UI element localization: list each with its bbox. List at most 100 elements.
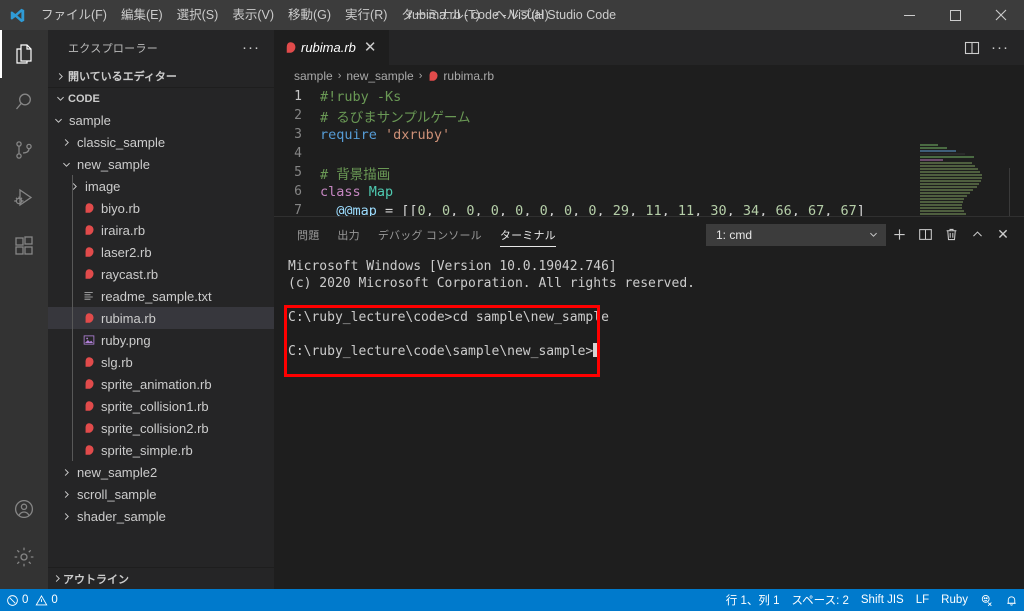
panel-tab-output[interactable]: 出力 [328,217,368,252]
tree-file-rubima-rb[interactable]: rubima.rb [48,307,274,329]
minimap-line [920,153,965,155]
chevron-right-icon [52,71,68,82]
menu-view[interactable]: 表示(V) [225,0,281,30]
tree-file-sprite-collision2-rb[interactable]: sprite_collision2.rb [48,417,274,439]
activity-settings-gear-icon[interactable] [0,533,48,581]
minimap-line [920,162,972,164]
minimap-line [920,180,981,182]
status-eol[interactable]: LF [910,589,935,611]
split-terminal-icon[interactable] [912,217,938,252]
explorer-sidebar: エクスプローラー ··· 開いているエディター CODE sample class… [48,30,274,589]
outline-section[interactable]: アウトライン [48,567,274,589]
code-token: #!ruby -Ks [320,88,402,105]
tree-item-label: iraira.rb [101,222,146,238]
tree-file-raycast-rb[interactable]: raycast.rb [48,263,274,285]
code-text: #!ruby -Ks [320,89,401,105]
line-number: 2 [294,108,302,123]
new-terminal-icon[interactable] [886,217,912,252]
ruby-file-icon [284,41,297,54]
breadcrumb-label: rubima.rb [443,69,495,83]
menu-selection[interactable]: 選択(S) [170,0,226,30]
tree-folder-new-sample2[interactable]: new_sample2 [48,461,274,483]
minimap-line [920,201,963,203]
ruby-file-icon [80,202,98,214]
breadcrumb-item-new-sample[interactable]: new_sample [346,69,413,83]
panel-tab-terminal[interactable]: ターミナル [491,217,565,252]
tree-folder-sample[interactable]: sample [48,109,274,131]
status-problems[interactable]: 0 0 [0,589,64,611]
terminal-select[interactable]: 1: cmd [706,223,886,246]
panel-tab-debug-console[interactable]: デバッグ コンソール [369,217,491,252]
tree-file-laser2-rb[interactable]: laser2.rb [48,241,274,263]
tree-item-label: sample [69,112,111,128]
menu-help[interactable]: ヘルプ(H) [487,0,556,30]
activity-search-icon[interactable] [0,78,48,126]
tree-file-sprite-simple-rb[interactable]: sprite_simple.rb [48,439,274,461]
tree-file-readme-sample-txt[interactable]: readme_sample.txt [48,285,274,307]
activity-accounts-icon[interactable] [0,485,48,533]
minimap-line [920,144,938,146]
breadcrumb-item-sample[interactable]: sample [294,69,333,83]
breadcrumb-item-rubima-rb[interactable]: rubima.rb [427,69,494,83]
explorer-more-actions-icon[interactable]: ··· [242,39,266,56]
status-feedback-icon[interactable] [974,589,999,611]
menu-go[interactable]: 移動(G) [281,0,338,30]
menu-file[interactable]: ファイル(F) [34,0,114,30]
tree-file-sprite-collision1-rb[interactable]: sprite_collision1.rb [48,395,274,417]
maximize-panel-icon[interactable] [964,217,990,252]
close-panel-icon[interactable]: ✕ [990,217,1016,252]
tree-file-slg-rb[interactable]: slg.rb [48,351,274,373]
tree-folder-classic-sample[interactable]: classic_sample [48,131,274,153]
status-cursor-position[interactable]: 行 1、列 1 [720,589,786,611]
minimap-line [920,189,973,191]
tree-folder-scroll-sample[interactable]: scroll_sample [48,483,274,505]
more-actions-icon[interactable]: ··· [986,30,1014,65]
activity-explorer-icon[interactable] [0,30,48,78]
status-language-mode[interactable]: Ruby [935,589,974,611]
status-encoding[interactable]: Shift JIS [855,589,910,611]
tree-folder-new-sample[interactable]: new_sample [48,153,274,175]
explorer-title-label: エクスプローラー [68,42,159,55]
tree-file-biyo-rb[interactable]: biyo.rb [48,197,274,219]
editor-tab-rubima-rb[interactable]: rubima.rb ✕ [274,30,390,65]
tree-file-sprite-animation-rb[interactable]: sprite_animation.rb [48,373,274,395]
tree-folder-shader-sample[interactable]: shader_sample [48,505,274,527]
activity-source-control-icon[interactable] [0,126,48,174]
activity-extensions-icon[interactable] [0,222,48,270]
status-bar-right: 行 1、列 1 スペース: 2 Shift JIS LF Ruby [720,589,1024,611]
trash-icon[interactable] [938,217,964,252]
panel-tab-label: ターミナル [499,229,556,242]
terminal-line: Microsoft Windows [Version 10.0.19042.74… [288,259,617,274]
tree-indent-guide [72,373,73,395]
menu-terminal[interactable]: ターミナル(T) [394,0,486,30]
maximize-button[interactable] [932,0,978,30]
status-indentation[interactable]: スペース: 2 [785,589,854,611]
tree-indent-guide [72,285,73,307]
tree-item-label: sprite_simple.rb [101,442,193,458]
chevron-right-icon [60,137,72,148]
tree-file-iraira-rb[interactable]: iraira.rb [48,219,274,241]
root-folder-section[interactable]: CODE [48,87,274,109]
ruby-file-icon [80,246,98,258]
open-editors-section[interactable]: 開いているエディター [48,65,274,87]
minimap-line [920,177,982,179]
terminal-output[interactable]: Microsoft Windows [Version 10.0.19042.74… [274,252,1024,589]
minimap-line [920,147,947,149]
activity-run-and-debug-icon[interactable] [0,174,48,222]
minimap-line [920,213,966,215]
tree-item-label: rubima.rb [101,310,156,326]
minimap-line [920,165,975,167]
menu-edit[interactable]: 編集(E) [114,0,170,30]
tree-folder-image[interactable]: image [48,175,274,197]
status-notifications-bell-icon[interactable] [999,589,1024,611]
panel-tab-problems[interactable]: 問題 [288,217,328,252]
close-button[interactable] [978,0,1024,30]
minimize-button[interactable] [886,0,932,30]
tree-item-label: new_sample [77,156,150,172]
split-editor-icon[interactable] [958,30,986,65]
close-icon[interactable]: ✕ [362,40,379,55]
status-bar: 0 0 行 1、列 1 スペース: 2 Shift JIS LF Ruby [0,589,1024,611]
menu-run[interactable]: 実行(R) [338,0,394,30]
tree-file-ruby-png[interactable]: ruby.png [48,329,274,351]
